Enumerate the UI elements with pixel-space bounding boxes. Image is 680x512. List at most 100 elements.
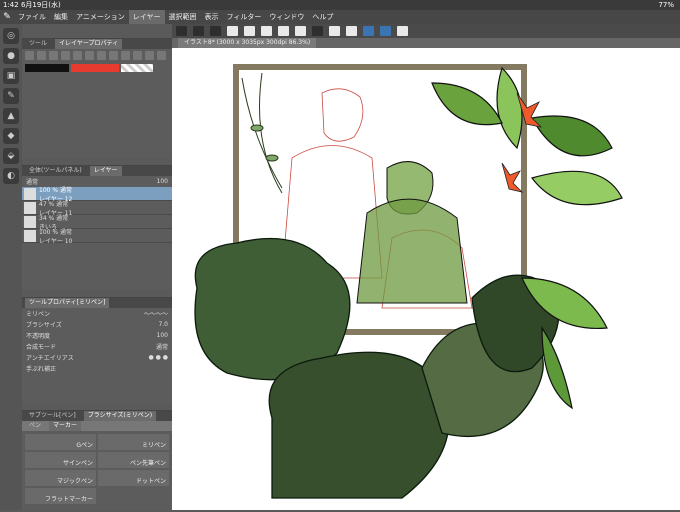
tool-panel: ツール イレイヤープロパティ	[22, 38, 172, 158]
antialias-row[interactable]: アンチエイリアス ● ● ●	[22, 352, 172, 363]
document-tab[interactable]: イラスト8* (3000 x 3035px 300dpi 86.3%)	[172, 38, 680, 48]
eraser-icon[interactable]	[121, 51, 130, 60]
save-icon[interactable]	[261, 26, 272, 36]
menu-item[interactable]: ファイル	[14, 10, 50, 24]
menu-item[interactable]: アニメーション	[72, 10, 129, 24]
menu-item[interactable]: 選択範囲	[165, 10, 201, 24]
layer-opacity: 100 % 通常	[39, 228, 72, 236]
help-icon[interactable]	[397, 26, 408, 36]
eraser-icon[interactable]: ◆	[3, 128, 19, 144]
layer-name: レイヤー 10	[39, 237, 73, 245]
layer-panel-tabs: 全体(ツールパネル) レイヤー	[22, 166, 172, 176]
menu-item[interactable]: レイヤー	[128, 10, 165, 24]
menu-item[interactable]: フィルター	[223, 10, 266, 24]
menu-item[interactable]: 表示	[201, 10, 223, 24]
layer-list: 100 % 通常 レイヤー 12 47 % 通常 レイヤー 11 34 % 通常 きいろ 1…	[22, 187, 172, 245]
fill-tool-icon[interactable]: ⬙	[3, 148, 19, 164]
pen-icon[interactable]	[97, 51, 106, 60]
hanging-vine	[241, 72, 283, 194]
hand-icon[interactable]	[25, 51, 34, 60]
brush-item[interactable]: サインペン	[25, 452, 96, 468]
view-icon[interactable]	[210, 26, 221, 36]
tool-grid	[22, 49, 172, 62]
panel-tab[interactable]: サブツール[ペン]	[25, 411, 80, 421]
panel-tab[interactable]: 全体(ツールパネル)	[25, 166, 86, 176]
stabilize-row[interactable]: 手ぶれ補正	[22, 363, 172, 374]
open-file-icon[interactable]	[244, 26, 255, 36]
panel-tab[interactable]: ペン	[25, 421, 45, 431]
panel-tab[interactable]: ブラシサイズ(ミリペン)	[83, 411, 157, 421]
brush-item[interactable]: フラットマーカー	[25, 488, 96, 504]
undo-icon[interactable]	[278, 26, 289, 36]
layer-opacity: 47 % 通常	[39, 200, 69, 208]
menu-item[interactable]: ウィンドウ	[265, 10, 308, 24]
panel-tab[interactable]: レイヤー	[89, 166, 122, 176]
lasso-icon[interactable]	[49, 51, 58, 60]
menu-item[interactable]: ヘルプ	[308, 10, 337, 24]
transparent-swatch[interactable]	[121, 64, 154, 72]
pen-icon[interactable]: ✎	[3, 88, 19, 104]
select-icon[interactable]: ▣	[3, 68, 19, 84]
layer-opacity-value[interactable]: 100	[157, 178, 168, 185]
move-icon[interactable]	[61, 51, 70, 60]
sub-tool-groups: ペン マーカー	[22, 421, 172, 431]
antialias-dots[interactable]: ● ● ●	[148, 354, 168, 361]
opacity-value[interactable]: 100	[157, 332, 168, 339]
move-icon[interactable]: ●	[3, 48, 19, 64]
transform-icon[interactable]	[312, 26, 323, 36]
fill-icon[interactable]	[329, 26, 340, 36]
color-swatches	[22, 62, 172, 74]
cursor-icon[interactable]	[193, 26, 204, 36]
command-bar	[172, 24, 680, 38]
brush-list: Gペン ミリペン サインペン ペン先筆ペン マジックペン ドットペン フラットマーカー	[22, 431, 172, 507]
layer-thumbnail	[24, 201, 36, 214]
brush-icon[interactable]	[109, 51, 118, 60]
opacity-row[interactable]: 不透明度 100	[22, 330, 172, 341]
transform-icon[interactable]	[73, 51, 82, 60]
clear-icon[interactable]	[346, 26, 357, 36]
canvas-area[interactable]	[172, 38, 680, 510]
text-icon[interactable]	[157, 51, 166, 60]
sub-tool-tabs: サブツール[ペン] ブラシサイズ(ミリペン)	[22, 411, 172, 421]
fill-icon[interactable]	[133, 51, 142, 60]
panel-tab[interactable]: ツール	[25, 39, 51, 49]
layer-thumbnail	[24, 229, 36, 242]
layer-thumbnail	[24, 187, 36, 200]
stroke-preview: 〜〜〜〜	[143, 311, 168, 318]
character-figure	[356, 161, 468, 304]
select-icon[interactable]	[37, 51, 46, 60]
brush-item[interactable]: ペン先筆ペン	[98, 452, 169, 468]
rotate-icon[interactable]	[85, 51, 94, 60]
brush-item[interactable]: ドットペン	[98, 470, 169, 486]
status-bar: 1:42 6月19日(水) 77%	[0, 0, 680, 10]
grid-icon[interactable]	[176, 26, 187, 36]
gradient-icon[interactable]	[145, 51, 154, 60]
layer-opacity: 34 % 通常	[39, 214, 69, 222]
ruler-icon[interactable]	[363, 26, 374, 36]
zoom-icon[interactable]: ◎	[3, 28, 19, 44]
layer-row[interactable]: 100 % 通常 レイヤー 10	[22, 227, 172, 245]
blend-mode-row[interactable]: 合成モード 通常	[22, 341, 172, 352]
brush-item[interactable]: Gペン	[25, 434, 96, 450]
brush-size-value[interactable]: 7.0	[158, 321, 168, 328]
brush-icon[interactable]: ✎	[0, 10, 14, 24]
sub-color-swatch[interactable]	[71, 64, 120, 72]
layer-info: 100 % 通常 レイヤー 10	[39, 227, 72, 245]
panel-tab[interactable]: イレイヤープロパティ	[55, 39, 123, 49]
panel-tab[interactable]: マーカー	[49, 421, 82, 431]
menu-item[interactable]: 編集	[50, 10, 72, 24]
brush-item[interactable]: ミリペン	[98, 434, 169, 450]
redo-icon[interactable]	[295, 26, 306, 36]
blend-mode-select[interactable]: 通常	[26, 177, 38, 186]
snap-icon[interactable]	[380, 26, 391, 36]
layer-panel: 全体(ツールパネル) レイヤー 通常 100 100 % 通常 レイヤー 12 47 …	[22, 165, 172, 290]
text-icon[interactable]: ◐	[3, 168, 19, 184]
menu-bar: ✎ ファイル 編集 アニメーション レイヤー 選択範囲 表示 フィルター ウィンドウ ヘルプ	[0, 10, 680, 24]
brush-item[interactable]: マジックペン	[25, 470, 96, 486]
main-color-swatch[interactable]	[25, 64, 69, 72]
new-file-icon[interactable]	[227, 26, 238, 36]
status-time: 1:42 6月19日(水)	[3, 1, 61, 9]
blend-mode-value[interactable]: 通常	[156, 342, 168, 351]
brush-size-row[interactable]: ブラシサイズ 7.0	[22, 319, 172, 330]
brush-tool-icon[interactable]: ▲	[3, 108, 19, 124]
